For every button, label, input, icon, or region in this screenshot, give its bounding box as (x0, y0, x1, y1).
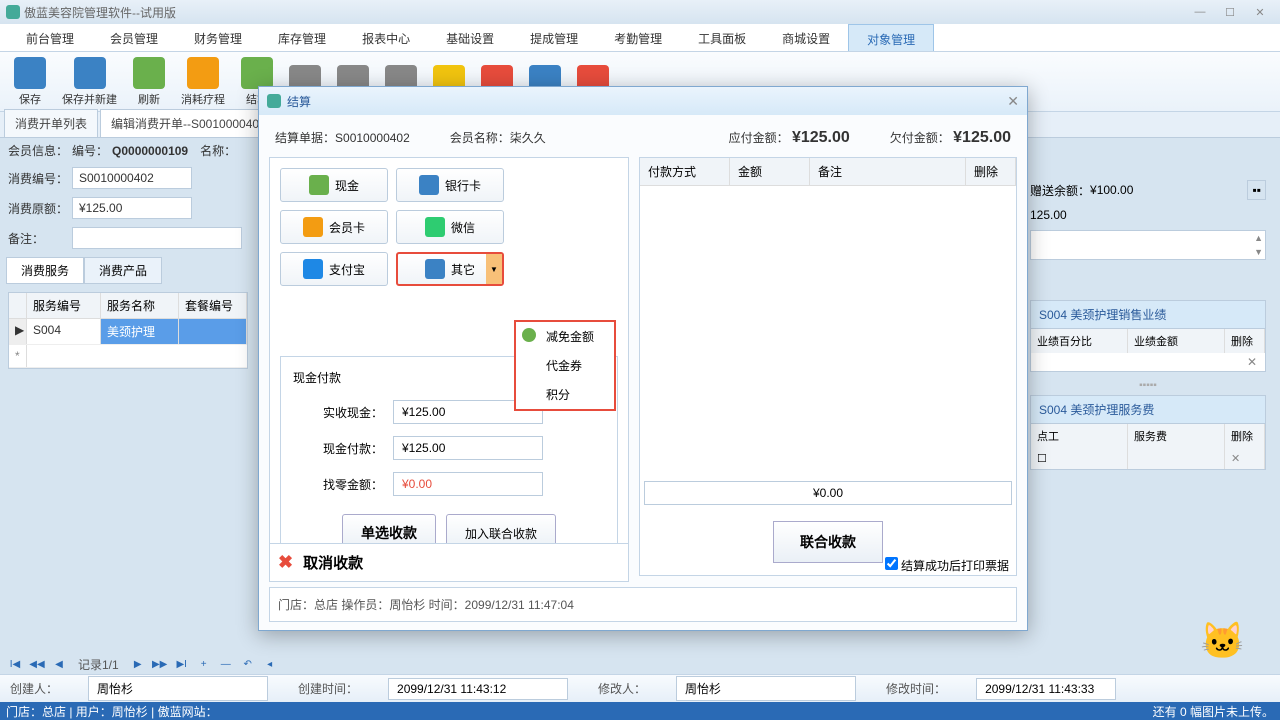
dropdown-item-1[interactable]: 代金券 (516, 351, 614, 380)
nav-more-button[interactable]: ◂ (261, 655, 279, 673)
cash-input-2[interactable] (393, 472, 543, 496)
gift-balance-field[interactable]: ¥100.00 (1090, 183, 1243, 197)
app-title: 傲蓝美容院管理软件--试用版 (24, 4, 176, 21)
tab-edit-order[interactable]: 编辑消费开单--S0010000402 (100, 109, 277, 137)
combo-pay-button[interactable]: 联合收款 (773, 521, 883, 563)
paymode-会员卡[interactable]: 会员卡 (280, 210, 388, 244)
dialog-logo-icon (267, 94, 281, 108)
app-logo-icon (6, 5, 20, 19)
cancel-pay-button[interactable]: 取消收款 (303, 552, 363, 573)
gift-more-button[interactable]: ▪▪ (1247, 180, 1266, 200)
tab-order-list[interactable]: 消费开单列表 (4, 109, 98, 137)
service-fee-panel: S004 美颈护理服务费 点工 服务费 删除 ☐✕ (1030, 395, 1266, 470)
ctime-field: 2099/12/31 11:43:12 (388, 678, 568, 700)
cash-input-1[interactable] (393, 436, 543, 460)
dialog-titlebar: 结算 ✕ (259, 87, 1027, 115)
close-button[interactable]: ✕ (1246, 4, 1274, 20)
print-receipt-checkbox[interactable]: 结算成功后打印票据 (885, 559, 1009, 573)
order-no-field[interactable]: S0010000402 (72, 167, 192, 189)
sales-perf-panel: S004 美颈护理销售业绩 业绩百分比 业绩金额 删除 ✕ (1030, 300, 1266, 372)
nav-add-button[interactable]: + (195, 655, 213, 673)
payment-right-panel: 付款方式金额备注删除 ¥0.00 联合收款 (639, 157, 1017, 576)
menu-6[interactable]: 提成管理 (512, 24, 596, 51)
menu-0[interactable]: 前台管理 (8, 24, 92, 51)
nav-next-button[interactable]: ▶ (129, 655, 147, 673)
right-amount-field[interactable]: 125.00 (1030, 208, 1266, 222)
nav-first-button[interactable]: I◀ (6, 655, 24, 673)
bottom-info-bar: 创建人： 周怡杉 创建时间： 2099/12/31 11:43:12 修改人： … (0, 674, 1280, 702)
checkbox-icon[interactable]: ☐ (1031, 448, 1128, 469)
remark-field[interactable] (72, 227, 242, 249)
paymode-其它[interactable]: 其它▼ (396, 252, 504, 286)
menu-1[interactable]: 会员管理 (92, 24, 176, 51)
menu-7[interactable]: 考勤管理 (596, 24, 680, 51)
toolbar-消耗疗程[interactable]: 消耗疗程 (173, 55, 233, 109)
payment-left-panel: 现金银行卡会员卡微信支付宝其它▼ 减免金额代金券积分 现金付款 实收现金：现金付… (269, 157, 629, 576)
dropdown-item-2[interactable]: 积分 (516, 380, 614, 409)
menu-4[interactable]: 报表中心 (344, 24, 428, 51)
toolbar-刷新[interactable]: 刷新 (125, 55, 173, 109)
nav-prev-button[interactable]: ◀ (50, 655, 68, 673)
mascot-icon: 🐱 (1200, 620, 1260, 670)
other-payment-dropdown: 减免金额代金券积分 (514, 320, 616, 411)
chevron-down-icon[interactable]: ▼ (486, 254, 502, 284)
dialog-footer: 门店：总店 操作员：周怡杉 时间：2099/12/31 11:47:04 (269, 587, 1017, 622)
menu-2[interactable]: 财务管理 (176, 24, 260, 51)
record-navigator: I◀ ◀◀ ◀ 记录1/1 ▶ ▶▶ ▶I + — ↶ ◂ (6, 652, 1274, 676)
minimize-button[interactable]: — (1186, 4, 1214, 20)
menu-9[interactable]: 商城设置 (764, 24, 848, 51)
menu-8[interactable]: 工具面板 (680, 24, 764, 51)
amount-field[interactable]: ¥125.00 (72, 197, 192, 219)
menu-5[interactable]: 基础设置 (428, 24, 512, 51)
window-titlebar: 傲蓝美容院管理软件--试用版 — ☐ ✕ (0, 0, 1280, 24)
subtab-service[interactable]: 消费服务 (6, 257, 84, 284)
toolbar-保存[interactable]: 保存 (6, 55, 54, 109)
paymode-支付宝[interactable]: 支付宝 (280, 252, 388, 286)
settlement-dialog: 结算 ✕ 结算单据：S0010000402 会员名称：柒久久 应付金额： ¥12… (258, 86, 1028, 631)
maximize-button[interactable]: ☐ (1216, 4, 1244, 20)
dialog-close-button[interactable]: ✕ (1007, 93, 1019, 110)
nav-last-button[interactable]: ▶I (173, 655, 191, 673)
nav-nextpage-button[interactable]: ▶▶ (151, 655, 169, 673)
table-new-row[interactable]: * (9, 345, 247, 368)
nav-undo-button[interactable]: ↶ (239, 655, 257, 673)
paymode-微信[interactable]: 微信 (396, 210, 504, 244)
subtab-product[interactable]: 消费产品 (84, 257, 162, 284)
nav-del-button[interactable]: — (217, 655, 235, 673)
row-close-icon[interactable]: ✕ (1225, 448, 1265, 469)
cancel-pay-bar: ✖ 取消收款 (269, 543, 629, 582)
cancel-icon: ✖ (278, 552, 293, 573)
status-bar: 门店：总店 | 用户：周怡杉 | 傲蓝网站： 还有 0 幅图片未上传。 (0, 702, 1280, 720)
table-row[interactable]: ▶ S004 美颈护理 (9, 319, 247, 345)
main-menubar: 前台管理会员管理财务管理库存管理报表中心基础设置提成管理考勤管理工具面板商城设置… (0, 24, 1280, 52)
panel-close-icon[interactable]: ✕ (1031, 353, 1265, 371)
modifier-field: 周怡杉 (676, 676, 856, 701)
nav-prevpage-button[interactable]: ◀◀ (28, 655, 46, 673)
dropdown-item-0[interactable]: 减免金额 (516, 322, 614, 351)
menu-3[interactable]: 库存管理 (260, 24, 344, 51)
payment-total: ¥0.00 (644, 481, 1012, 505)
service-grid: 服务编号 服务名称 套餐编号 ▶ S004 美颈护理 * (8, 292, 248, 369)
paymode-银行卡[interactable]: 银行卡 (396, 168, 504, 202)
mtime-field: 2099/12/31 11:43:33 (976, 678, 1116, 700)
paymode-现金[interactable]: 现金 (280, 168, 388, 202)
menu-10[interactable]: 对象管理 (848, 24, 934, 51)
creator-field: 周怡杉 (88, 676, 268, 701)
toolbar-保存并新建[interactable]: 保存并新建 (54, 55, 125, 109)
